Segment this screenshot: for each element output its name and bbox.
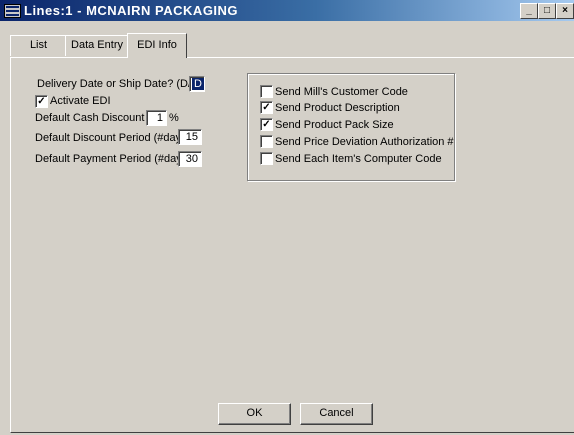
tab-data-entry[interactable]: Data Entry [65, 35, 129, 56]
app-icon [4, 4, 21, 18]
cash-discount-label: Default Cash Discount [35, 112, 145, 124]
payment-period-field[interactable]: 30 [178, 151, 202, 167]
discount-period-field[interactable]: 15 [178, 129, 202, 145]
tab-edi-info[interactable]: EDI Info [127, 33, 187, 58]
close-button[interactable]: × [556, 3, 574, 19]
cancel-button[interactable]: Cancel [300, 403, 373, 425]
option-label-product-description: Send Product Description [275, 102, 400, 114]
window-title: Lines:1 - MCNAIRN PACKAGING [24, 3, 239, 18]
option-label-price-deviation: Send Price Deviation Authorization # [275, 136, 454, 148]
payment-period-label: Default Payment Period (#days) [35, 153, 191, 165]
minimize-button[interactable]: _ [520, 3, 538, 19]
dialog-window: Lines:1 - MCNAIRN PACKAGING _ □ × List D… [0, 0, 574, 435]
activate-edi-label: Activate EDI [50, 95, 111, 107]
cash-discount-unit: % [169, 112, 179, 124]
maximize-button[interactable]: □ [538, 3, 556, 19]
option-label-pack-size: Send Product Pack Size [275, 119, 394, 131]
option-checkbox-computer-code[interactable] [260, 152, 273, 165]
tab-list[interactable]: List [10, 35, 67, 56]
delivery-label: Delivery Date or Ship Date? (D/S) [37, 78, 203, 90]
cash-discount-field[interactable]: 1 [146, 110, 167, 126]
option-checkbox-pack-size[interactable]: ✓ [260, 118, 273, 131]
discount-period-label: Default Discount Period (#days) [35, 132, 191, 144]
option-checkbox-product-description[interactable]: ✓ [260, 101, 273, 114]
option-label-computer-code: Send Each Item's Computer Code [275, 153, 442, 165]
option-label-customer-code: Send Mill's Customer Code [275, 86, 408, 98]
option-checkbox-price-deviation[interactable] [260, 135, 273, 148]
activate-edi-checkbox[interactable]: ✓ [35, 95, 48, 108]
title-bar[interactable]: Lines:1 - MCNAIRN PACKAGING _ □ × [0, 0, 574, 21]
ok-button[interactable]: OK [218, 403, 291, 425]
option-checkbox-customer-code[interactable] [260, 85, 273, 98]
delivery-field[interactable]: D [189, 76, 205, 92]
